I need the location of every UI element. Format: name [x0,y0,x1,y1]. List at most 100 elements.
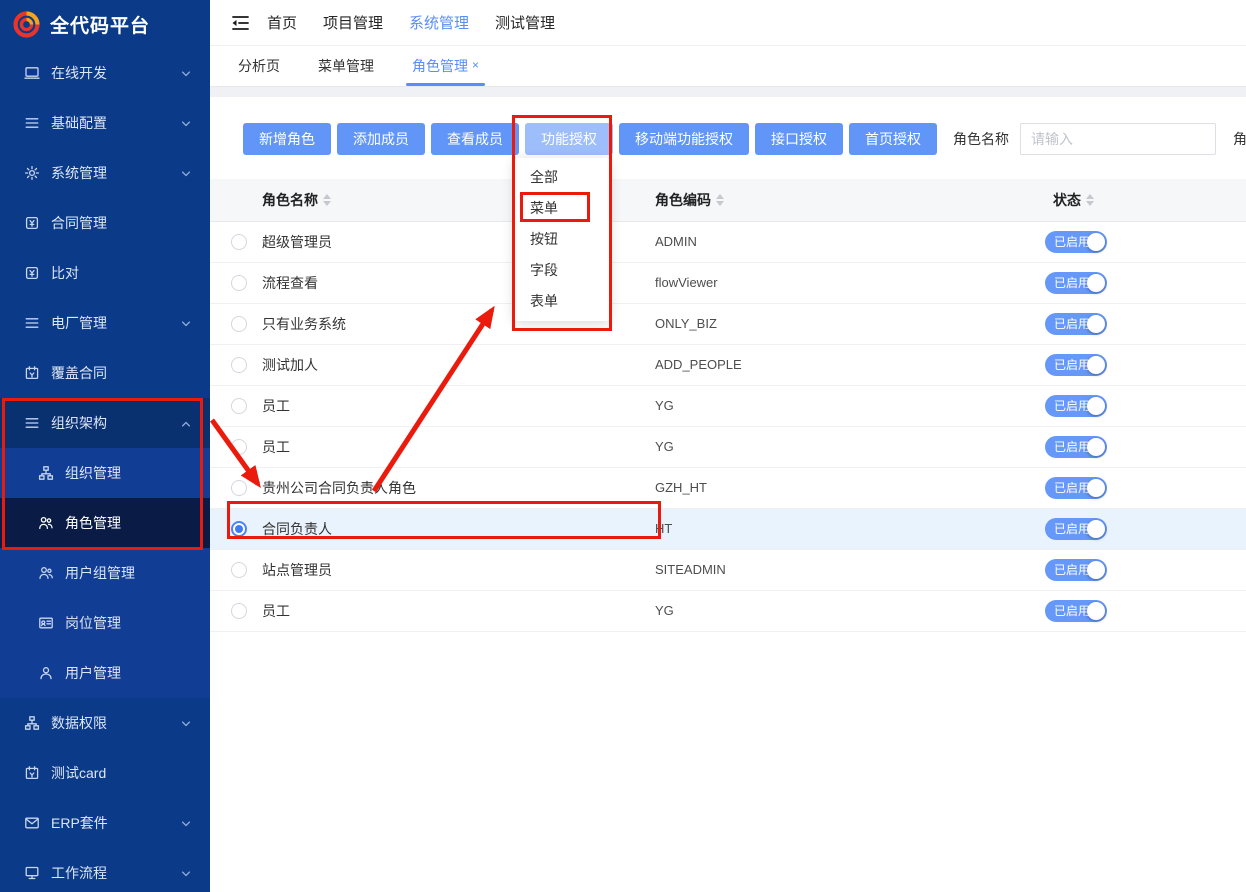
role-name-cell: 贵州公司合同负责人角色 [262,468,416,508]
测试加人[interactable]: 测试加人 ADD_PEOPLE 已启用 [210,345,1246,386]
员工[interactable]: 员工 YG 已启用 [210,591,1246,632]
column-header-status[interactable]: 状态 [1053,179,1094,221]
sidebar-item-compare[interactable]: 比对 [0,248,210,298]
row-radio[interactable] [231,316,247,332]
sidebar-item-workflow[interactable]: 工作流程 [0,848,210,892]
row-radio[interactable] [231,275,247,291]
topnav-item-test-mgmt[interactable]: 测试管理 [495,12,555,33]
dropdown-item-menu[interactable]: 菜单 [514,193,610,224]
row-radio[interactable] [231,603,247,619]
status-toggle[interactable]: 已启用 [1045,559,1107,581]
top-navbar: 首页 项目管理 系统管理 测试管理 [210,0,1246,46]
sidebar-item-system-mgmt[interactable]: 系统管理 [0,148,210,198]
topnav-item-project-mgmt[interactable]: 项目管理 [323,12,383,33]
sidebar-item-post-mgmt[interactable]: 岗位管理 [0,598,210,648]
sidebar-item-erp-suite[interactable]: ERP套件 [0,798,210,848]
status-toggle[interactable]: 已启用 [1045,600,1107,622]
table-header: 角色名称 角色编码 状态 [210,179,1246,222]
sidebar-item-user-mgmt[interactable]: 用户管理 [0,648,210,698]
员工[interactable]: 员工 YG 已启用 [210,427,1246,468]
view-members-button[interactable]: 查看成员 [431,123,519,155]
main-area: 首页 项目管理 系统管理 测试管理 分析页 菜单管理 角色管理 × 新增角色添加成员查… [210,0,1246,892]
sidebar-item-basic-config[interactable]: 基础配置 [0,98,210,148]
tab-menu-mgmt[interactable]: 菜单管理 [318,46,374,86]
status-toggle[interactable]: 已启用 [1045,477,1107,499]
sort-icon[interactable] [323,194,331,206]
column-header-role-code[interactable]: 角色编码 [655,179,724,221]
column-header-role-name[interactable]: 角色名称 [262,179,331,221]
mobile-function-authorize-button[interactable]: 移动端功能授权 [619,123,749,155]
topnav-item-system-mgmt[interactable]: 系统管理 [409,12,469,33]
row-radio[interactable] [231,480,247,496]
tab-analysis[interactable]: 分析页 [238,46,280,86]
status-toggle[interactable]: 已启用 [1045,395,1107,417]
toggle-knob [1087,438,1105,456]
add-member-button[interactable]: 添加成员 [337,123,425,155]
chevron-down-icon [180,317,192,329]
row-radio[interactable] [231,439,247,455]
sidebar-item-usergroup-mgmt[interactable]: 用户组管理 [0,548,210,598]
toggle-knob [1087,356,1105,374]
monitor-icon [24,865,40,881]
row-radio[interactable] [231,234,247,250]
tab-bar: 分析页 菜单管理 角色管理 × [210,46,1246,87]
sidebar-item-online-dev[interactable]: 在线开发 [0,48,210,98]
row-radio[interactable] [231,357,247,373]
贵州公司合同负责人角色[interactable]: 贵州公司合同负责人角色 GZH_HT 已启用 [210,468,1246,509]
status-toggle-label: 已启用 [1054,518,1090,540]
sort-icon[interactable] [716,194,724,206]
sidebar-item-contract-mgmt[interactable]: 合同管理 [0,198,210,248]
chevron-down-icon [180,867,192,879]
sidebar-item-role-mgmt[interactable]: 角色管理 [0,498,210,548]
dropdown-item-form[interactable]: 表单 [514,286,610,317]
role-name-cell: 合同负责人 [262,509,332,549]
status-toggle[interactable]: 已启用 [1045,231,1107,253]
tab-role-mgmt[interactable]: 角色管理 × [412,46,479,86]
tab-close-icon[interactable]: × [472,58,479,72]
content: 新增角色添加成员查看成员功能授权移动端功能授权接口授权首页授权 角色名称 角 角… [210,123,1246,632]
只有业务系统[interactable]: 只有业务系统 ONLY_BIZ 已启用 [210,304,1246,345]
sidebar-item-data-perm[interactable]: 数据权限 [0,698,210,748]
laptop-icon [24,65,40,81]
sort-icon[interactable] [1086,194,1094,206]
sidebar-item-test-card[interactable]: 测试card [0,748,210,798]
dropdown-item-all[interactable]: 全部 [514,162,610,193]
homepage-authorize-button[interactable]: 首页授权 [849,123,937,155]
row-radio[interactable] [231,562,247,578]
row-radio[interactable] [231,521,247,537]
add-role-button[interactable]: 新增角色 [243,123,331,155]
role-code-cell: YG [655,386,674,426]
status-toggle[interactable]: 已启用 [1045,436,1107,458]
status-toggle[interactable]: 已启用 [1045,313,1107,335]
role-name-input[interactable] [1020,123,1216,155]
站点管理员[interactable]: 站点管理员 SITEADMIN 已启用 [210,550,1246,591]
status-toggle-label: 已启用 [1054,313,1090,335]
status-toggle-label: 已启用 [1054,354,1090,376]
roles-table: 角色名称 角色编码 状态 超级 [210,179,1246,632]
dropdown-item-field[interactable]: 字段 [514,255,610,286]
org-icon [38,465,54,481]
status-toggle[interactable]: 已启用 [1045,354,1107,376]
sidebar-item-plant-mgmt[interactable]: 电厂管理 [0,298,210,348]
contract-icon [24,215,40,231]
function-authorize-button[interactable]: 功能授权 [525,123,613,155]
sidebar-item-cover-contract[interactable]: 覆盖合同 [0,348,210,398]
sidebar-item-org-mgmt[interactable]: 组织管理 [0,448,210,498]
role-code-cell: YG [655,427,674,467]
user-icon [38,665,54,681]
topnav-item-home[interactable]: 首页 [267,12,297,33]
status-toggle[interactable]: 已启用 [1045,518,1107,540]
超级管理员[interactable]: 超级管理员 ADMIN 已启用 [210,222,1246,263]
sidebar-item-org-structure[interactable]: 组织架构 [0,398,210,448]
员工[interactable]: 员工 YG 已启用 [210,386,1246,427]
合同负责人[interactable]: 合同负责人 HT 已启用 [210,509,1246,550]
role-code-cell: HT [655,509,672,549]
row-radio[interactable] [231,398,247,414]
role-icon [38,515,54,531]
toggle-knob [1087,315,1105,333]
status-toggle[interactable]: 已启用 [1045,272,1107,294]
流程查看[interactable]: 流程查看 flowViewer 已启用 [210,263,1246,304]
api-authorize-button[interactable]: 接口授权 [755,123,843,155]
menu-fold-icon[interactable] [230,15,250,31]
dropdown-item-button[interactable]: 按钮 [514,224,610,255]
